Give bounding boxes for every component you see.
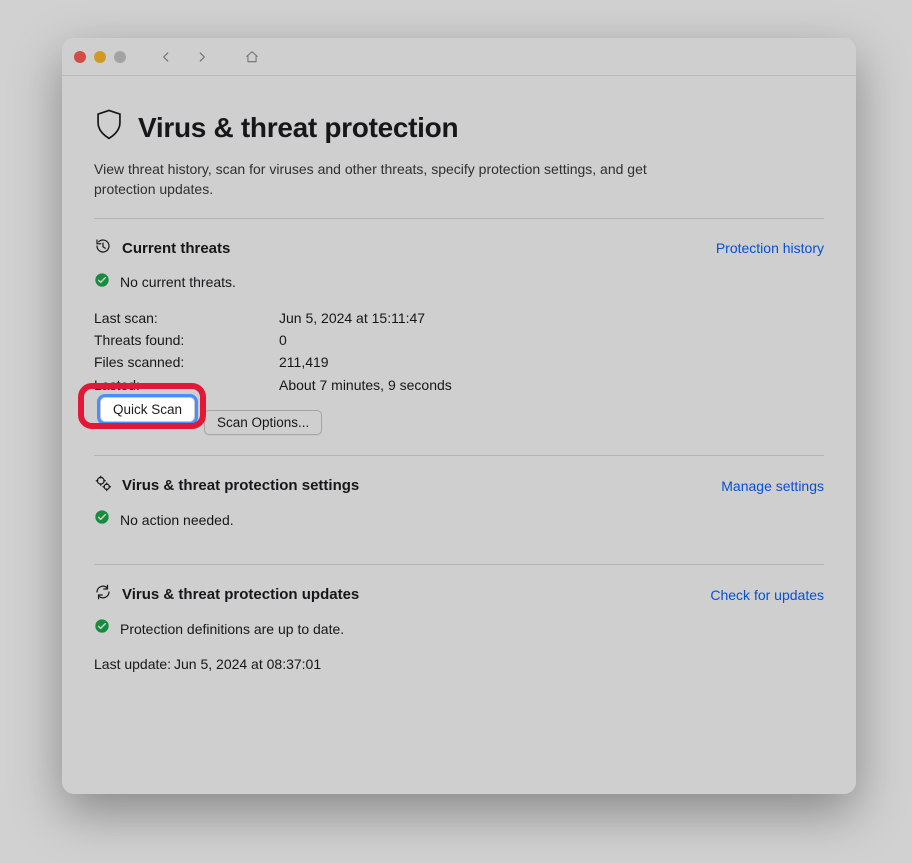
files-scanned-label: Files scanned: bbox=[94, 351, 279, 373]
last-update-value: Jun 5, 2024 at 08:37:01 bbox=[174, 653, 321, 675]
scan-options-button[interactable]: Scan Options... bbox=[204, 410, 322, 435]
quick-scan-button[interactable]: Quick Scan bbox=[100, 397, 195, 422]
page-description: View threat history, scan for viruses an… bbox=[94, 159, 654, 200]
home-button[interactable] bbox=[238, 45, 266, 69]
check-circle-icon bbox=[94, 618, 110, 639]
last-scan-label: Last scan: bbox=[94, 307, 279, 329]
updates-status: Protection definitions are up to date. bbox=[120, 621, 344, 637]
titlebar bbox=[62, 38, 856, 76]
threats-found-label: Threats found: bbox=[94, 329, 279, 351]
check-updates-link[interactable]: Check for updates bbox=[710, 587, 824, 603]
check-circle-icon bbox=[94, 272, 110, 293]
minimize-window-icon[interactable] bbox=[94, 51, 106, 63]
page-title: Virus & threat protection bbox=[138, 112, 458, 144]
last-update-label: Last update: bbox=[94, 653, 174, 675]
section-current-threats: Current threats Protection history No cu… bbox=[94, 219, 824, 456]
shield-icon bbox=[94, 108, 124, 147]
history-icon bbox=[94, 237, 112, 260]
files-scanned-value: 211,419 bbox=[279, 351, 329, 373]
section-settings: Virus & threat protection settings Manag… bbox=[94, 456, 824, 564]
settings-title: Virus & threat protection settings bbox=[122, 477, 359, 494]
zoom-window-icon[interactable] bbox=[114, 51, 126, 63]
gears-icon bbox=[94, 474, 112, 497]
threats-found-value: 0 bbox=[279, 329, 287, 351]
window-controls bbox=[74, 51, 126, 63]
updates-title: Virus & threat protection updates bbox=[122, 586, 359, 603]
current-threats-status: No current threats. bbox=[120, 274, 236, 290]
close-window-icon[interactable] bbox=[74, 51, 86, 63]
section-updates: Virus & threat protection updates Check … bbox=[94, 565, 824, 695]
manage-settings-link[interactable]: Manage settings bbox=[721, 478, 824, 494]
check-circle-icon bbox=[94, 509, 110, 530]
protection-history-link[interactable]: Protection history bbox=[716, 240, 824, 256]
lasted-label: Lasted: bbox=[94, 374, 279, 396]
refresh-icon bbox=[94, 583, 112, 606]
settings-status: No action needed. bbox=[120, 512, 234, 528]
lasted-value: About 7 minutes, 9 seconds bbox=[279, 374, 452, 396]
page-content: Virus & threat protection View threat hi… bbox=[62, 76, 856, 696]
forward-button[interactable] bbox=[188, 45, 216, 69]
back-button[interactable] bbox=[152, 45, 180, 69]
last-scan-value: Jun 5, 2024 at 15:11:47 bbox=[279, 307, 425, 329]
current-threats-title: Current threats bbox=[122, 240, 230, 257]
